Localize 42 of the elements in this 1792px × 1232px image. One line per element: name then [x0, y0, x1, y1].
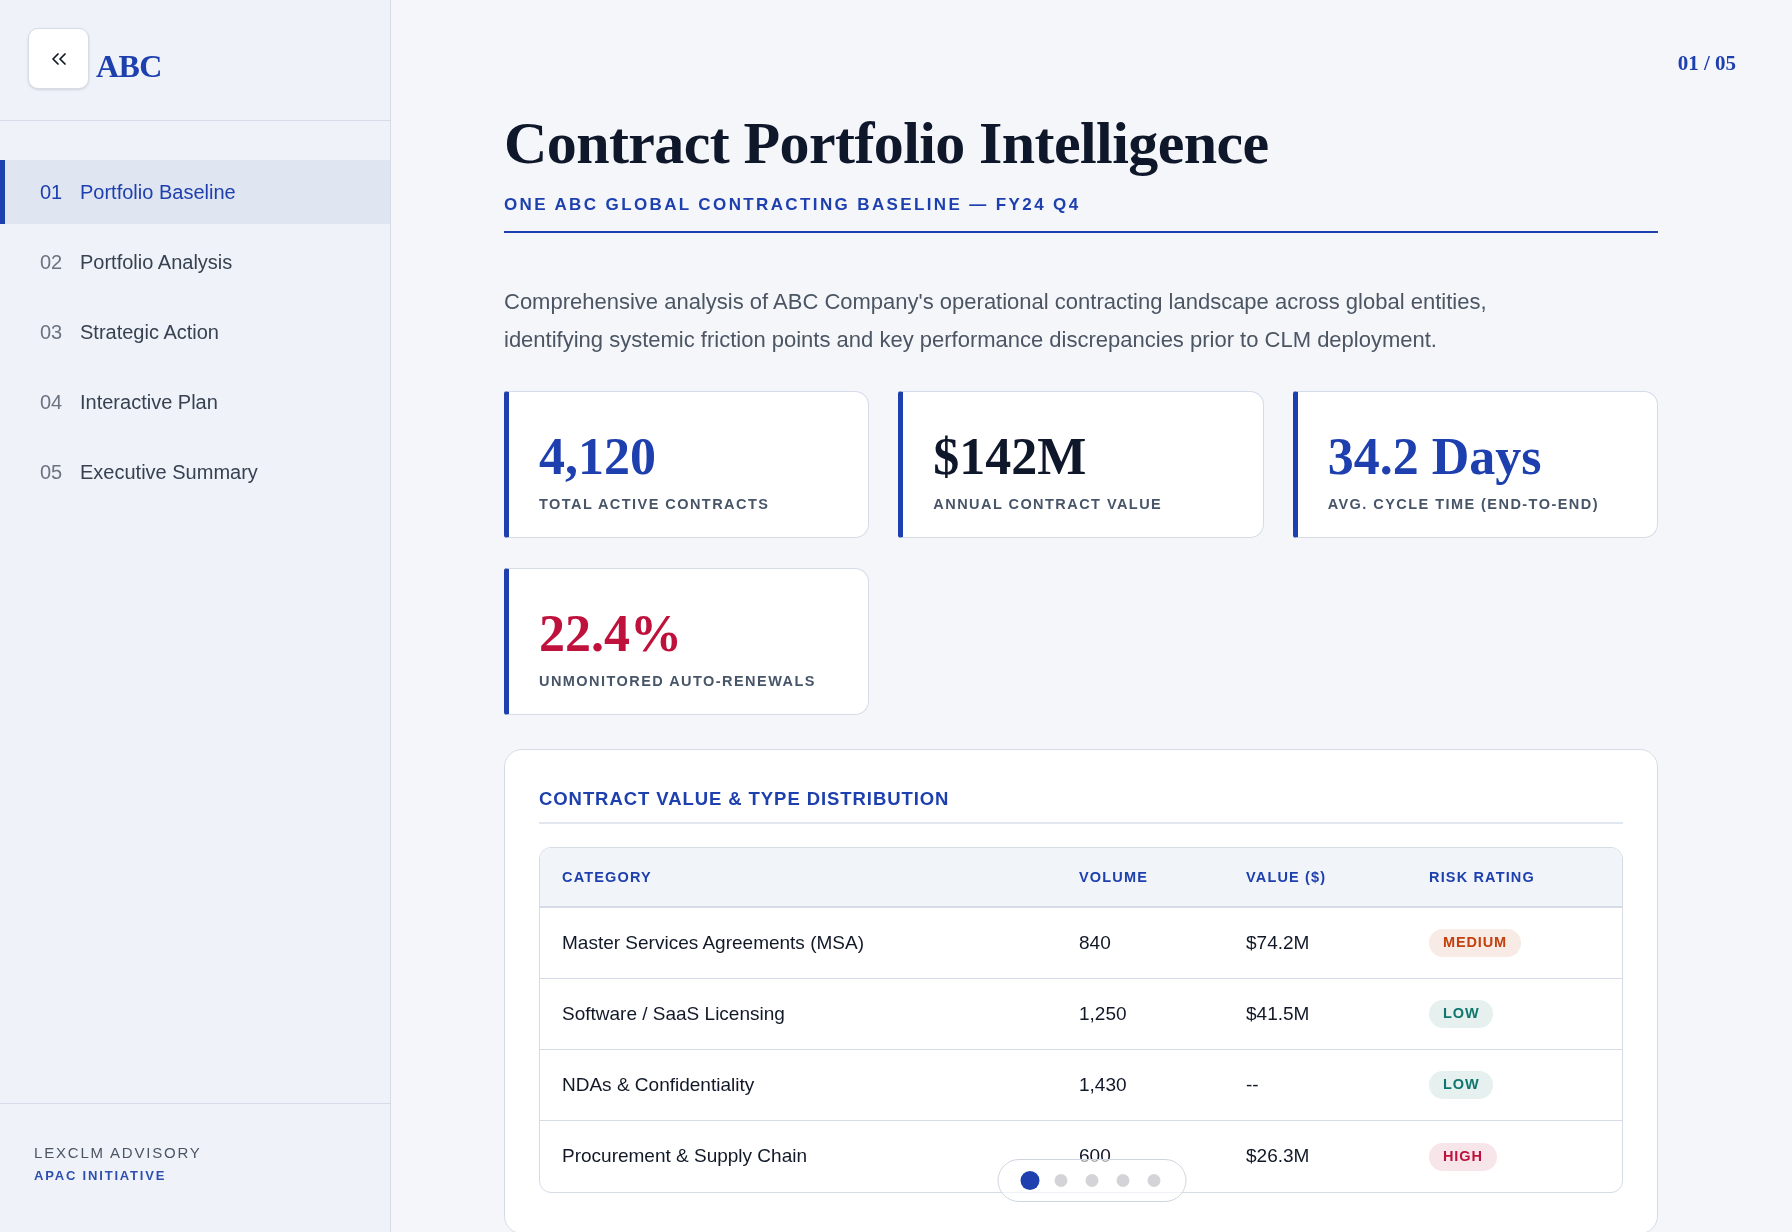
risk-badge: MEDIUM	[1429, 929, 1522, 957]
stat-label: TOTAL ACTIVE CONTRACTS	[539, 495, 770, 513]
section-heading: CONTRACT VALUE & TYPE DISTRIBUTION	[539, 787, 951, 810]
intro-paragraph: Comprehensive analysis of ABC Company's operational contracting landscape across global entities, identifying systemic friction points and key performance discrepancies prior to CLM deployment.	[504, 288, 1488, 354]
stat-value: $142M	[933, 429, 1087, 485]
table-cell: 1,430	[1079, 1073, 1127, 1095]
table-cell: 840	[1079, 931, 1111, 953]
page-subtitle: ONE ABC GLOBAL CONTRACTING BASELINE — FY24 Q4	[504, 194, 1082, 216]
stat-label: AVG. CYCLE TIME (END-TO-END)	[1327, 495, 1599, 513]
nav-item[interactable]: 03 Strategic Action	[0, 300, 390, 364]
table-cell: Software / SaaS Licensing	[562, 1002, 785, 1024]
risk-badge: HIGH	[1429, 1142, 1497, 1171]
table-cell: Master Services Agreements (MSA)	[562, 931, 864, 953]
table-cell: 1,250	[1079, 1002, 1127, 1024]
stat-value: 22.4%	[539, 606, 682, 662]
table-cell: $74.2M	[1246, 931, 1310, 953]
stat-value: 34.2 Days	[1327, 429, 1542, 485]
column-header: VOLUME	[1079, 869, 1148, 885]
initiative-label: APAC INITIATIVE	[34, 1168, 167, 1184]
stat-label: UNMONITORED AUTO-RENEWALS	[539, 672, 816, 690]
nav-item[interactable]: 05 Executive Summary	[0, 440, 390, 504]
risk-badge: LOW	[1429, 1071, 1494, 1099]
stat-value: 4,120	[539, 429, 656, 485]
table-cell: 600	[1079, 1145, 1111, 1167]
page-counter: 01 / 05	[1677, 50, 1736, 76]
page-title: Contract Portfolio Intelligence	[504, 110, 1270, 176]
company-name: LEXCLM ADVISORY	[34, 1144, 202, 1162]
table-cell: NDAs & Confidentiality	[562, 1073, 755, 1095]
table-cell: $41.5M	[1246, 1002, 1310, 1024]
logo-text: ABC	[96, 50, 162, 82]
risk-badge: LOW	[1429, 1000, 1494, 1028]
column-header: CATEGORY	[562, 869, 652, 885]
stat-label: ANNUAL CONTRACT VALUE	[933, 495, 1163, 513]
nav-item[interactable]: 02 Portfolio Analysis	[0, 230, 390, 294]
nav-item[interactable]: 01 Portfolio Baseline	[0, 160, 390, 224]
collapse-button[interactable]	[28, 28, 89, 89]
table-cell: $26.3M	[1246, 1145, 1310, 1167]
column-header: RISK RATING	[1429, 869, 1535, 885]
column-header: VALUE ($)	[1246, 869, 1327, 885]
table-cell: --	[1246, 1073, 1259, 1095]
nav-item[interactable]: 04 Interactive Plan	[0, 370, 390, 434]
table-cell: Procurement & Supply Chain	[562, 1145, 807, 1167]
